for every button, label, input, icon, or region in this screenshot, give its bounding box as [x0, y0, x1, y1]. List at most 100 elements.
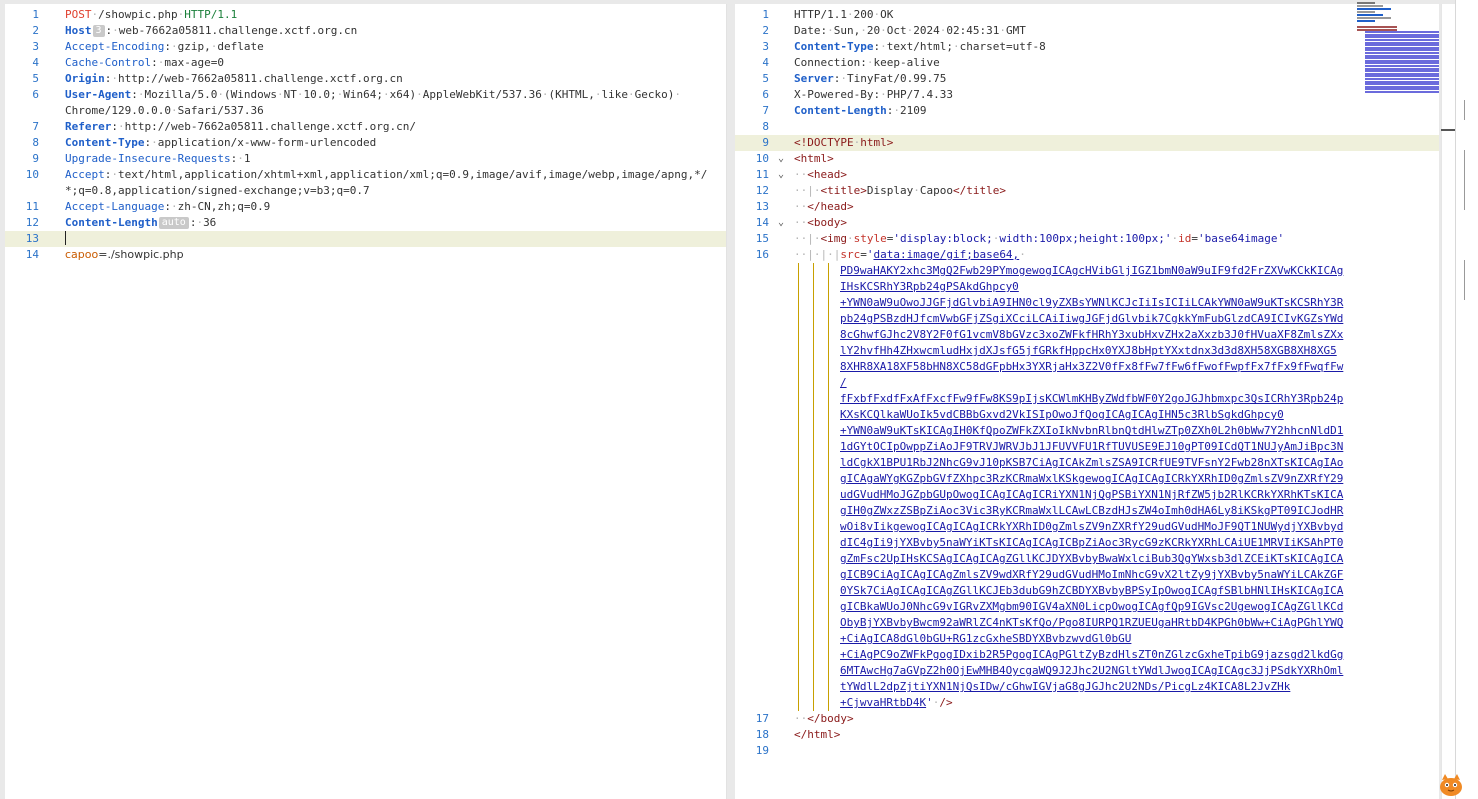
token: />: [939, 696, 953, 709]
token: ··: [794, 712, 808, 725]
token: Win64;: [343, 88, 383, 101]
base64-text: gZmFsc2UpIHsKCSAgICAgICAgZGllKCJDYXBvbyB…: [840, 552, 1344, 565]
base64-text: +CiAgPC9oZWFkPgogIDxib2R5PgogICAgPGltZyB…: [840, 648, 1344, 661]
code-line[interactable]: 12 Content-Length auto:·36: [5, 215, 726, 231]
token: 2109: [899, 104, 927, 117]
code-line[interactable]: 5 Server:·TinyFat/0.99.75: [735, 71, 1439, 87]
base64-line: gIH0gZWxzZSBpZiAoc3Vic3RyKCRmaWxlLCAwLCB…: [840, 503, 1345, 519]
token: width:100px;height:100px;': [999, 232, 1172, 245]
code-line[interactable]: 15 ··|·<img·style='display:block;·width:1…: [735, 231, 1439, 247]
code-line[interactable]: 16 ··|·|·|src='data:image/gif;base64,·: [735, 247, 1439, 263]
code-line[interactable]: 2 Date:·Sun,·20·Oct·2024·02:45:31·GMT: [735, 23, 1439, 39]
code-line[interactable]: 12 ··|·<title>Display·Capoo</title>: [735, 183, 1439, 199]
code-line[interactable]: *;q=0.8,application/signed-exchange;v=b3…: [5, 183, 726, 199]
token: AppleWebKit/537.36: [422, 88, 542, 101]
code-line[interactable]: 10 Accept:·text/html,application/xhtml+xm…: [5, 167, 726, 183]
code-line[interactable]: 7 Referer:·http://web-7662a05811.challeng…: [5, 119, 726, 135]
base64-line: PD9waHAKY2xhc3MgQ2Fwb29PYmogewogICAgcHVi…: [840, 263, 1345, 279]
text-cursor: [65, 231, 66, 245]
line-number: 6: [762, 88, 769, 101]
code-line[interactable]: 18 </html>: [735, 727, 1439, 743]
request-editor[interactable]: 1 POST·/showpic.php·HTTP/1.1 2 Host 3:·web-7…: [5, 4, 727, 799]
base64-line: fFxbfFxdfFxAfFxcfFw9fFw8KS9pIjsKCWlmKHBy…: [840, 391, 1345, 407]
code-line[interactable]: 5 Origin:·http://web-7662a05811.challenge…: [5, 71, 726, 87]
base64-text: gICB9CiAgICAgICAgZmlsZV9wdXRfY29udGVudHM…: [840, 568, 1344, 581]
code-line[interactable]: 9 <!DOCTYPE·html>: [735, 135, 1439, 151]
base64-line: KXsKCQlkaWUoIk5vdCBBbGxvd2VkISIpOwoJfQog…: [840, 407, 1345, 423]
code-line[interactable]: 9 Upgrade-Insecure-Requests:·1: [5, 151, 726, 167]
base64-src-value[interactable]: PD9waHAKY2xhc3MgQ2Fwb29PYmogewogICAgcHVi…: [840, 263, 1345, 711]
token: :: [111, 120, 118, 133]
fold-chevron-icon[interactable]: ⌄: [778, 151, 784, 167]
base64-text: KXsKCQlkaWUoIk5vdCBBbGxvd2VkISIpOwoJfQog…: [840, 408, 1284, 421]
code-line[interactable]: 19: [735, 743, 1439, 759]
line-number: 1: [32, 8, 39, 21]
token: auto: [158, 217, 189, 229]
base64-text: 1dGYtOCIpOwppZiAoJF9TRVJWRVJbJ1JFUVVFU1R…: [840, 440, 1344, 453]
token: ·: [952, 40, 960, 53]
token: ·: [112, 24, 119, 37]
code-line[interactable]: 14 capoo=./showpic.php: [5, 247, 726, 263]
token: application/x-www-form-urlencoded: [157, 136, 377, 149]
code-line[interactable]: Chrome/129.0.0.0·Safari/537.36: [5, 103, 726, 119]
token: Display: [866, 184, 914, 197]
response-viewer[interactable]: 1 HTTP/1.1·200·OK 2 Date:·Sun,·20·Oct·2024·…: [735, 4, 1439, 799]
code-line[interactable]: 11 Accept-Language:·zh-CN,zh;q=0.9: [5, 199, 726, 215]
token: 200: [853, 8, 874, 21]
token: /showpic.php: [98, 8, 178, 21]
line-number: 8: [762, 120, 769, 133]
token: Connection:: [794, 56, 867, 69]
token: ·: [594, 88, 602, 101]
token: <img: [820, 232, 848, 245]
line-number: 2: [762, 24, 769, 37]
token: html>: [860, 136, 894, 149]
base64-text: +YWN0aW9uOwoJJGFjdGlvbiA9IHN0cl9yZXBsYWN…: [840, 296, 1344, 309]
base64-line: IHsKCSRhY3Rpb24gPSAkdGhpcy0: [840, 279, 1345, 295]
code-line[interactable]: 13 ··</head>: [735, 199, 1439, 215]
base64-line: udGVudHMoJGZpbGUpOwogICAgICAgICRiYXN1NjQ…: [840, 487, 1345, 503]
code-line[interactable]: 4 Connection:·keep-alive: [735, 55, 1439, 71]
code-line[interactable]: 4 Cache-Control:·max-age=0: [5, 55, 726, 71]
code-line[interactable]: 1 HTTP/1.1·200·OK: [735, 7, 1439, 23]
base64-line: pb24gPSBzdHJfcmVwbGFjZSgiXCciLCAiIiwgJGF…: [840, 311, 1345, 327]
token: ·: [217, 88, 224, 101]
token: data:image/gif;base64,: [873, 248, 1020, 261]
token: ·: [170, 200, 178, 213]
code-line[interactable]: 14 ⌄ ··<body>: [735, 215, 1439, 231]
token: Capoo: [919, 184, 953, 197]
mascot-icon[interactable]: [1436, 770, 1466, 798]
token: 'display:block;: [893, 232, 993, 245]
code-line[interactable]: 8 Content-Type:·application/x-www-form-ur…: [5, 135, 726, 151]
token: ·: [674, 88, 682, 101]
token: ·: [999, 24, 1006, 37]
code-line[interactable]: 1 POST·/showpic.php·HTTP/1.1: [5, 7, 726, 23]
line-number: 11: [25, 200, 39, 213]
token: PHP/7.4.33: [886, 88, 953, 101]
scroll-position-marker: [1441, 129, 1455, 131]
fold-chevron-icon[interactable]: ⌄: [778, 167, 784, 183]
line-number: 19: [755, 744, 769, 757]
code-line[interactable]: 10 ⌄ <html>: [735, 151, 1439, 167]
base64-text: tYWdlL2dpZjtiYXN1NjQsIDw/cGhwIGVjaG8gJGJ…: [840, 680, 1291, 693]
code-line[interactable]: 7 Content-Length:·2109: [735, 103, 1439, 119]
code-line[interactable]: 13: [5, 231, 726, 247]
token: Upgrade-Insecure-Requests: [65, 152, 231, 165]
code-line[interactable]: 2 Host 3:·web-7662a05811.challenge.xctf.or…: [5, 23, 726, 39]
code-line[interactable]: 17 ··</body>: [735, 711, 1439, 727]
response-minimap[interactable]: [1357, 2, 1441, 102]
token: X-Powered-By:: [794, 88, 881, 101]
code-line[interactable]: 8: [735, 119, 1439, 135]
minimap-scroll-track[interactable]: [1441, 4, 1455, 799]
code-line[interactable]: 3 Accept-Encoding:·gzip,·deflate: [5, 39, 726, 55]
token: keep-alive: [873, 56, 940, 69]
code-line[interactable]: 6 User-Agent:·Mozilla/5.0·(Windows·NT·10.…: [5, 87, 726, 103]
token: (KHTML,: [548, 88, 595, 101]
token: ·: [880, 40, 887, 53]
token: POST: [65, 8, 92, 21]
token: ··: [794, 168, 808, 181]
code-line[interactable]: 11 ⌄ ··<head>: [735, 167, 1439, 183]
line-number: 14: [755, 216, 769, 229]
code-line[interactable]: 6 X-Powered-By:·PHP/7.4.33: [735, 87, 1439, 103]
code-line[interactable]: 3 Content-Type:·text/html;·charset=utf-8: [735, 39, 1439, 55]
fold-chevron-icon[interactable]: ⌄: [778, 215, 784, 231]
